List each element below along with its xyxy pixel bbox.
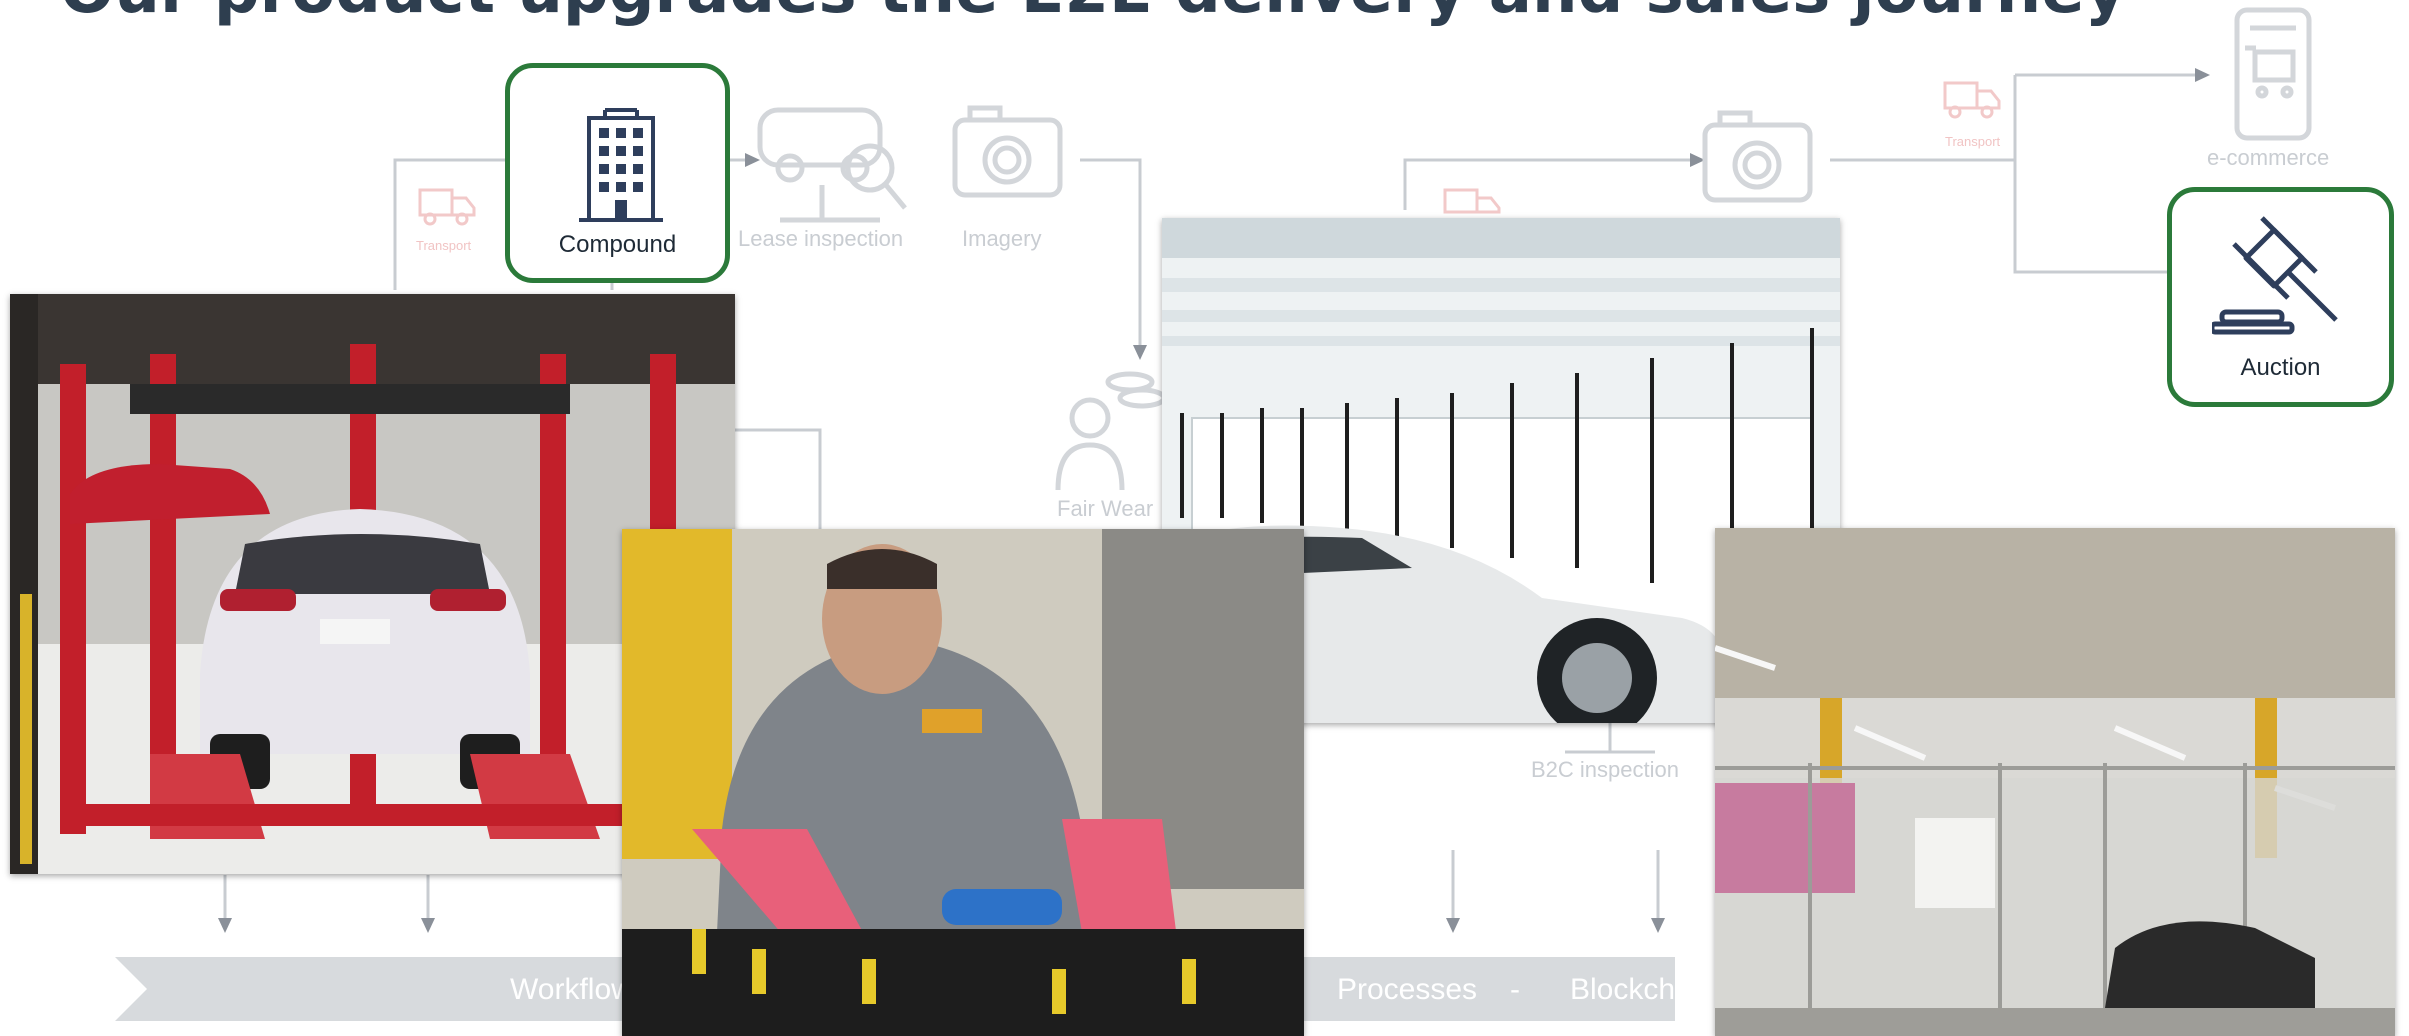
truck-icon-right (1943, 81, 1979, 110)
compound-label: Compound (558, 231, 677, 258)
auction-step[interactable]: Auction (2167, 187, 2394, 407)
transport-label-right: Transport (1945, 134, 2001, 149)
technician-image (622, 529, 1304, 1036)
facility-image (1715, 528, 2395, 1036)
b2c-inspection-label: B2C inspection (1531, 757, 1679, 782)
auction-label: Auction (2240, 354, 2321, 381)
gavel-icon (2212, 216, 2338, 335)
fair-wear-label: Fair Wear (1057, 496, 1154, 521)
truck-icon (418, 188, 454, 217)
ecommerce-label: e-commerce (2207, 145, 2330, 170)
lease-inspection-label: Lease inspection (738, 226, 904, 251)
facility-photo (1715, 528, 2395, 1036)
bar-processes: Processes (1337, 973, 1478, 1006)
flow-line-b2c-imagery (1403, 158, 1690, 210)
truck-icon-mid (1443, 188, 1479, 214)
building-icon (579, 108, 663, 222)
transport-label: Transport (416, 238, 472, 253)
bar-dash: - (1510, 973, 1520, 1006)
technician-photo (622, 529, 1304, 1036)
flow-line-imagery-fairwear (1080, 158, 1142, 350)
fair-wear-icon (1069, 397, 1111, 439)
compound-step[interactable]: Compound (505, 63, 730, 283)
flow-line-left-down (735, 428, 822, 530)
imagery-label: Imagery (962, 226, 1042, 251)
bar-workflow: Workflow (510, 973, 633, 1006)
bar-blockchain: Blockchain (1570, 973, 1716, 1006)
